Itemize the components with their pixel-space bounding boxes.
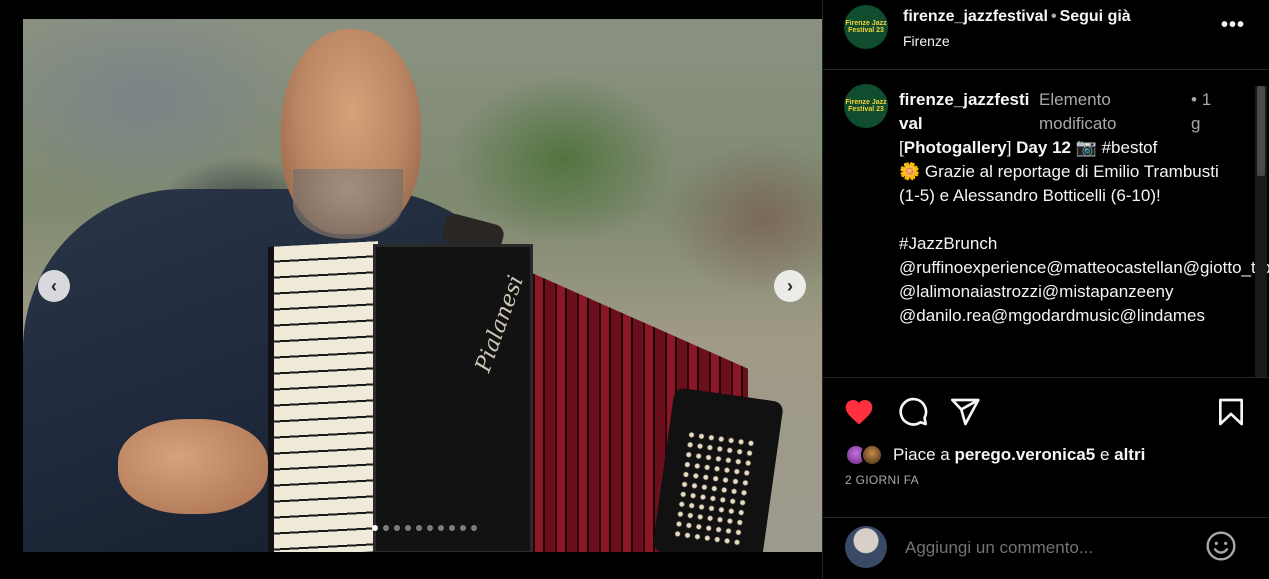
- likes-prefix: Piace a: [893, 445, 955, 464]
- save-button[interactable]: [1215, 396, 1251, 432]
- current-user-avatar[interactable]: [845, 526, 887, 568]
- caption-username[interactable]: firenze_jazzfestival: [899, 88, 1035, 136]
- photo-person-beard: [293, 169, 403, 239]
- carousel-dot: [416, 525, 422, 531]
- liker-avatar[interactable]: [861, 444, 883, 466]
- likes-middle: e: [1095, 445, 1115, 464]
- edited-label: Elemento modificato: [1039, 90, 1117, 133]
- heart-filled-icon: [845, 400, 873, 425]
- following-button[interactable]: Segui già: [1060, 8, 1131, 25]
- smiley-icon: [1206, 531, 1236, 561]
- photo-person-hand: [118, 419, 268, 514]
- account-avatar[interactable]: Firenze Jazz Festival 23: [844, 5, 888, 49]
- like-button[interactable]: [843, 396, 879, 432]
- carousel-dot: [383, 525, 389, 531]
- caption-day: Day 12: [1016, 138, 1071, 157]
- caption-line1-rest: 📷 #bestof: [1070, 138, 1158, 157]
- post-photo[interactable]: Pialanesi: [23, 19, 822, 552]
- scrollbar-thumb[interactable]: [1257, 86, 1265, 176]
- carousel-dot: [394, 525, 400, 531]
- post-header: Firenze Jazz Festival 23 firenze_jazzfes…: [823, 0, 1269, 56]
- comment-input[interactable]: [905, 536, 1165, 560]
- caption-area: Firenze Jazz Festival 23 firenze_jazzfes…: [823, 72, 1269, 377]
- carousel-next-button[interactable]: ›: [774, 270, 806, 302]
- caption-body: 🌼 Grazie al reportage di Emilio Trambust…: [899, 162, 1269, 325]
- photo-accordion-grille: Pialanesi: [373, 244, 533, 552]
- carousel-dot: [372, 525, 378, 531]
- time-separator: •: [1191, 90, 1197, 109]
- post-actions: [823, 392, 1269, 436]
- avatar-logo-text: Firenze Jazz Festival 23: [845, 20, 887, 34]
- comment-button[interactable]: [897, 396, 933, 432]
- carousel-indicator: [372, 525, 477, 531]
- likes-summary: Piace a perego.veronica5 e altri: [845, 441, 1145, 469]
- caption-bracket-close: ]: [1006, 138, 1017, 157]
- caption-text: [Photogallery] Day 12 📷 #bestof 🌼 Grazie…: [899, 136, 1269, 328]
- header-divider: [823, 69, 1269, 70]
- caption-scrollbar[interactable]: [1255, 86, 1267, 377]
- post-side-panel: Firenze Jazz Festival 23 firenze_jazzfes…: [822, 0, 1269, 579]
- avatar-logo-text: Firenze Jazz Festival 23: [845, 99, 887, 113]
- header-separator: •: [1050, 8, 1057, 25]
- share-button[interactable]: [949, 396, 985, 432]
- carousel-dot: [405, 525, 411, 531]
- carousel-prev-button[interactable]: ‹: [38, 270, 70, 302]
- likes-others-link[interactable]: altri: [1114, 445, 1145, 464]
- share-icon: [951, 398, 980, 426]
- likes-text: Piace a perego.veronica5 e altri: [893, 445, 1145, 465]
- emoji-picker-button[interactable]: [1205, 530, 1239, 564]
- carousel-dot: [449, 525, 455, 531]
- comment-bar: [823, 518, 1269, 579]
- carousel-dot: [460, 525, 466, 531]
- chevron-left-icon: ‹: [51, 275, 57, 296]
- post-timestamp[interactable]: 2 GIORNI FA: [845, 473, 919, 487]
- carousel-dot: [471, 525, 477, 531]
- comment-icon: [899, 397, 928, 426]
- media-viewer: Pialanesi ‹ ›: [0, 0, 822, 579]
- actions-divider: [823, 377, 1269, 378]
- bookmark-icon: [1219, 398, 1243, 426]
- caption-time: • 1 g: [1191, 88, 1221, 136]
- photo-accordion-keys: [268, 241, 378, 552]
- likes-user-link[interactable]: perego.veronica5: [954, 445, 1095, 464]
- accordion-brand-text: Pialanesi: [471, 272, 529, 376]
- carousel-dot: [427, 525, 433, 531]
- photo-accordion-bass: [652, 387, 784, 552]
- post-location[interactable]: Firenze: [903, 33, 950, 49]
- caption-avatar[interactable]: Firenze Jazz Festival 23: [844, 84, 888, 128]
- carousel-dot: [438, 525, 444, 531]
- header-username[interactable]: firenze_jazzfestival: [903, 8, 1048, 25]
- chevron-right-icon: ›: [787, 275, 793, 296]
- more-options-icon[interactable]: •••: [1221, 14, 1245, 37]
- caption-photogallery: Photogallery: [903, 138, 1007, 157]
